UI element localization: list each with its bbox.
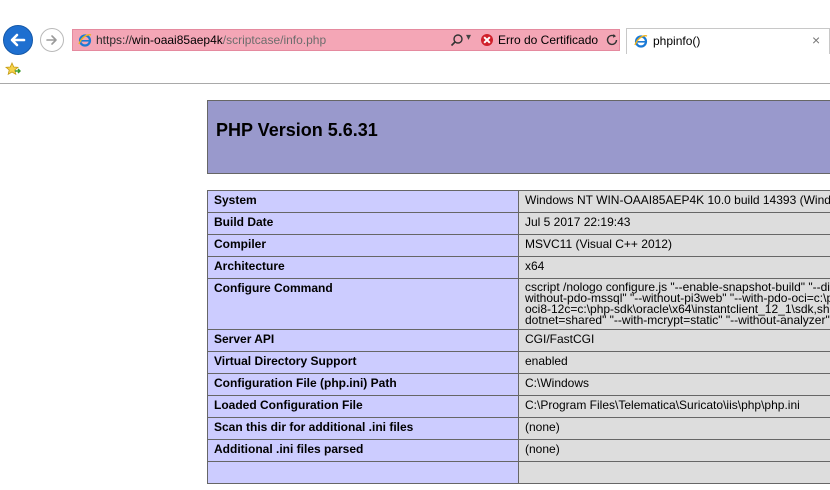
url-scheme: https:// [96,33,133,47]
row-label: Configure Command [207,278,519,330]
certificate-error-button[interactable]: Erro do Certificado [498,33,598,47]
table-row-partial [207,461,830,484]
row-label: Build Date [207,212,519,235]
table-row: Virtual Directory Support enabled [207,351,830,374]
row-value: x64 [518,256,830,279]
forward-button[interactable] [40,28,64,52]
row-value-line: enabled [525,354,568,368]
row-value-line: MSVC11 (Visual C++ 2012) [525,237,672,251]
row-label: Configuration File (php.ini) Path [207,373,519,396]
close-tab-icon[interactable]: × [812,32,820,48]
row-value-line: Jul 5 2017 22:19:43 [525,215,631,229]
row-value-line: (none) [525,420,560,434]
row-value: C:\Windows [518,373,830,396]
table-row: Configure Command cscript /nologo configu… [207,278,830,330]
internet-explorer-icon [634,35,648,48]
table-row: System Windows NT WIN-OAAI85AEP4K 10.0 bu… [207,190,830,213]
refresh-icon[interactable] [605,33,619,47]
row-value-line: C:\Program Files\Telematica\Suricato\iis… [525,398,800,412]
row-value-line: dotnet=shared" "--with-mcrypt=static" "-… [525,313,830,327]
row-value-line: C:\Windows [525,376,590,390]
table-row: Compiler MSVC11 (Visual C++ 2012) [207,234,830,257]
url-host: win-oaai85aep4k [132,33,223,47]
row-label: Compiler [207,234,519,257]
row-value: cscript /nologo configure.js "--enable-s… [518,278,830,330]
tab-phpinfo[interactable]: phpinfo() × [626,28,830,54]
back-arrow-icon [10,33,26,47]
certificate-error-icon[interactable] [481,34,493,46]
table-row: Scan this dir for additional .ini files (… [207,417,830,440]
row-value: (none) [518,417,830,440]
row-value: CGI/FastCGI [518,329,830,352]
table-row: Loaded Configuration File C:\Program File… [207,395,830,418]
address-url[interactable]: https://win-oaai85aep4k/scriptcase/info.… [96,33,326,47]
row-value-line: (none) [525,442,560,456]
row-label: System [207,190,519,213]
row-label: Loaded Configuration File [207,395,519,418]
php-version-header: PHP Version 5.6.31 [207,100,830,174]
table-row: Additional .ini files parsed (none) [207,439,830,462]
row-label: Architecture [207,256,519,279]
row-value: (none) [518,439,830,462]
php-info-table: System Windows NT WIN-OAAI85AEP4K 10.0 bu… [207,190,830,484]
row-value: C:\Program Files\Telematica\Suricato\iis… [518,395,830,418]
favorites-star-icon[interactable] [5,62,21,76]
row-label: Additional .ini files parsed [207,439,519,462]
page-title: PHP Version 5.6.31 [216,120,378,140]
php-info-table-body: System Windows NT WIN-OAAI85AEP4K 10.0 bu… [207,190,830,484]
address-bar[interactable]: https://win-oaai85aep4k/scriptcase/info.… [72,29,620,51]
row-value: enabled [518,351,830,374]
row-label: Server API [207,329,519,352]
browser-chrome: https://win-oaai85aep4k/scriptcase/info.… [0,0,830,84]
table-row: Architecture x64 [207,256,830,279]
table-row: Build Date Jul 5 2017 22:19:43 [207,212,830,235]
row-label: Scan this dir for additional .ini files [207,417,519,440]
row-label [207,461,519,484]
back-button[interactable] [3,25,33,55]
row-label: Virtual Directory Support [207,351,519,374]
url-path: /scriptcase/info.php [222,33,327,47]
row-value: Jul 5 2017 22:19:43 [518,212,830,235]
row-value-line: Windows NT WIN-OAAI85AEP4K 10.0 build 14… [525,193,830,207]
row-value [518,461,830,484]
tab-title: phpinfo() [653,34,701,48]
chrome-divider [0,83,830,84]
search-dropdown-icon[interactable]: ▾ [466,32,471,43]
internet-explorer-icon [78,34,92,47]
row-value: MSVC11 (Visual C++ 2012) [518,234,830,257]
row-value-line: x64 [525,259,545,273]
table-row: Server API CGI/FastCGI [207,329,830,352]
forward-arrow-icon [46,35,57,45]
row-value: Windows NT WIN-OAAI85AEP4K 10.0 build 14… [518,190,830,213]
search-icon[interactable] [450,33,464,47]
table-row: Configuration File (php.ini) Path C:\Wind… [207,373,830,396]
row-value-line: CGI/FastCGI [525,332,595,346]
